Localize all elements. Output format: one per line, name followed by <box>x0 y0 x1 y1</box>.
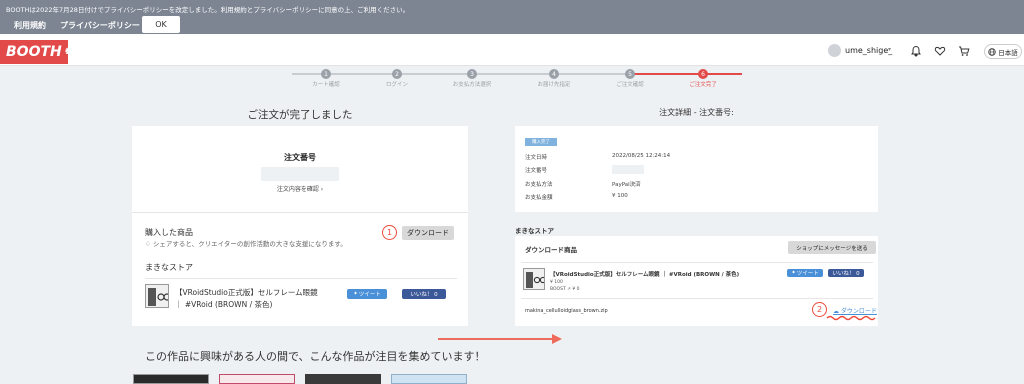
step-3-label: お支払方法選択 <box>452 82 492 88</box>
step-3-marker: 3 <box>467 69 477 79</box>
lightbulb-icon: ♢ <box>145 240 151 248</box>
terms-link[interactable]: 利用規約 <box>14 20 46 31</box>
product-thumbnail[interactable] <box>145 284 169 308</box>
like-button-right[interactable]: いいね！ 0 <box>828 269 864 277</box>
globe-icon <box>988 47 996 56</box>
status-badge: 購入完了 <box>525 138 557 146</box>
step-6-label: ご注文完了 <box>689 82 717 88</box>
order-number-value <box>261 167 339 181</box>
booth-logo[interactable]: BOOTH ♞ <box>0 40 72 64</box>
share-note-text: シェアすると、クリエイターの創作活動の大きな支援になります。 <box>152 240 347 248</box>
privacy-notice-text: BOOTHは2022年7月28日付けでプライバシーポリシーを改定しました。利用規… <box>6 6 410 14</box>
detail-value-date: 2022/08/25 12:24:14 <box>612 153 671 159</box>
order-details-link[interactable]: 注文内容を確認 › <box>132 184 468 193</box>
recommendation-thumbnail-3[interactable] <box>305 374 381 384</box>
twitter-bird-icon-right: ✦ <box>791 270 796 276</box>
card-divider <box>132 212 468 213</box>
annotation-squiggle <box>826 315 876 321</box>
detail-value-order-number <box>612 165 644 174</box>
step-5-marker: 5 <box>625 69 635 79</box>
step-4-marker: 4 <box>549 69 559 79</box>
tweet-label-right: ツイート <box>796 271 819 277</box>
detail-value-payment-method: PayPal決済 <box>612 182 641 188</box>
step-5-label: ご注文確認 <box>616 82 644 88</box>
glasses-thumbnail-icon-right <box>524 269 544 289</box>
glasses-thumbnail-icon <box>146 285 168 307</box>
language-label: 日本語 <box>998 48 1018 57</box>
recommendation-thumbnail-2[interactable] <box>219 374 295 384</box>
message-shop-button[interactable]: ショップにメッセージを送る <box>788 241 876 254</box>
order-details-title: 注文詳細 - 注文番号: <box>659 108 734 117</box>
store-name-right[interactable]: まきなストア <box>515 225 554 235</box>
store-name[interactable]: まきなストア <box>145 262 193 273</box>
progress-track-active <box>630 73 742 75</box>
boost-text: BOOST ↗ ¥ 0 <box>550 287 580 292</box>
product-title-right[interactable]: 【VRoidStudio正式版】セルフレーム眼鏡 ｜ #VRoid (BROWN… <box>550 270 770 278</box>
step-4-label: お届け先指定 <box>537 82 571 88</box>
cart-icon[interactable] <box>958 45 970 57</box>
download-products-label: ダウンロード商品 <box>525 246 577 254</box>
heart-icon[interactable] <box>934 45 946 57</box>
ok-button[interactable]: OK <box>142 16 180 33</box>
step-6-marker: 6 <box>698 69 708 79</box>
detail-label-date: 注文日時 <box>525 155 548 161</box>
detail-label-amount: お支払金額 <box>525 195 553 201</box>
store-divider <box>145 278 457 279</box>
file-name: makina_cellulloidglass_brown.zip <box>525 308 608 314</box>
language-selector[interactable]: 日本語 <box>984 44 1022 59</box>
annotation-marker-2: 2 <box>812 302 827 317</box>
product-thumbnail-right[interactable] <box>523 268 545 290</box>
tweet-label: ツイート <box>358 292 381 298</box>
avatar[interactable] <box>828 44 841 57</box>
logo-text: BOOTH <box>6 44 62 60</box>
share-note: ♢ シェアすると、クリエイターの創作活動の大きな支援になります。 <box>145 238 347 248</box>
product-price-right: ¥ 100 <box>550 280 563 285</box>
booth-mascot-icon: ♞ <box>63 47 72 57</box>
purchased-items-label: 購入した商品 <box>145 228 193 237</box>
bell-icon[interactable] <box>910 45 922 57</box>
twitter-bird-icon: ✦ <box>353 291 358 297</box>
detail-label-order-number: 注文番号 <box>525 168 548 174</box>
annotation-arrow <box>438 334 562 344</box>
order-number-label: 注文番号 <box>284 153 316 162</box>
detail-label-payment-method: お支払方法 <box>525 182 553 188</box>
recommendation-thumbnail-4[interactable] <box>391 374 467 384</box>
chevron-down-icon[interactable]: ▾ <box>888 46 891 53</box>
privacy-policy-link[interactable]: プライバシーポリシー <box>60 20 140 31</box>
detail-value-amount: ¥ 100 <box>612 193 628 199</box>
download-divider <box>521 262 873 263</box>
tweet-button-right[interactable]: ✦ ツイート <box>787 269 823 277</box>
file-divider <box>521 298 873 299</box>
annotation-marker-1: 1 <box>382 225 397 240</box>
tweet-button[interactable]: ✦ ツイート <box>347 289 387 299</box>
recommendations-heading: この作品に興味がある人の間で、こんな作品が注目を集めています！ <box>145 350 486 363</box>
step-2-marker: 2 <box>392 69 402 79</box>
recommendation-thumbnail-1[interactable] <box>133 374 209 384</box>
order-details-card <box>515 126 878 212</box>
step-1-label: カート確認 <box>312 82 340 88</box>
download-button[interactable]: ダウンロード <box>402 226 454 240</box>
like-button[interactable]: いいね！ 0 <box>402 289 446 299</box>
order-complete-title: ご注文が完了しました <box>247 109 353 121</box>
product-title[interactable]: 【VRoidStudio正式版】セルフレーム眼鏡 ｜ #VRoid (BROWN… <box>175 287 325 311</box>
step-2-label: ログイン <box>385 82 408 88</box>
username[interactable]: ume_shige_ <box>845 46 892 55</box>
step-1-marker: 1 <box>321 69 331 79</box>
